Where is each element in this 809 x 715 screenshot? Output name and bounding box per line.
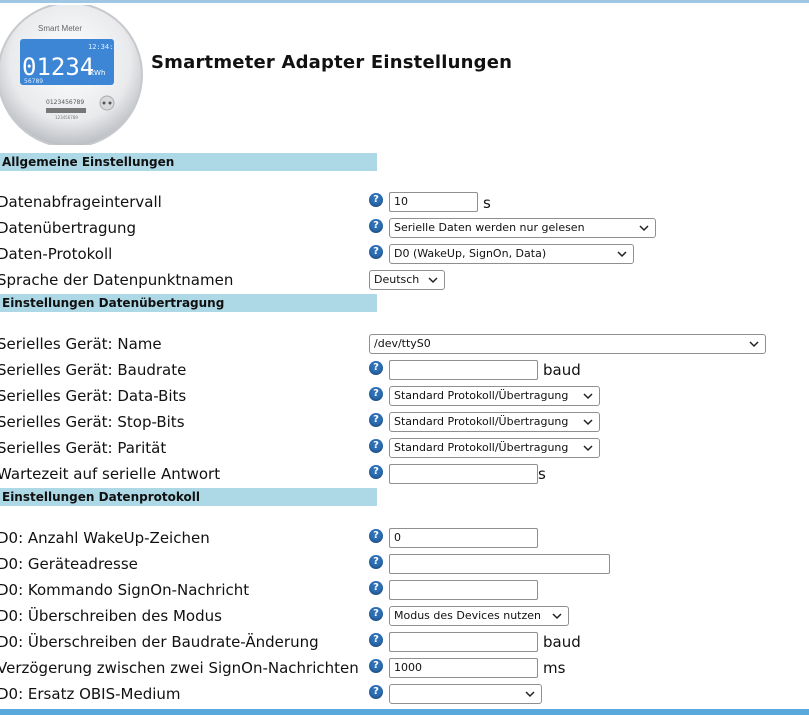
question-help-icon[interactable]: ? [369,387,383,401]
section-header-protocol: Einstellungen Datenprotokoll [0,488,377,506]
mode-label: D0: Überschreiben des Modus [0,607,222,625]
protocol-label: Daten-Protokoll [0,245,113,263]
bottom-accent-bar [0,709,809,715]
question-help-icon[interactable]: ? [369,685,383,699]
question-help-icon[interactable]: ? [369,581,383,595]
chevron-down-icon [583,393,593,400]
chevron-down-icon [749,341,759,348]
chevron-down-icon [583,445,593,452]
stopbits-value: Standard Protokoll/Übertragung [394,415,569,428]
transfer-mode-label: Datenübertragung [0,219,137,237]
obis-label: D0: Ersatz OBIS-Medium [0,685,181,703]
databits-label: Serielles Gerät: Data-Bits [0,387,187,405]
logo-small-number: 56789 [24,78,43,85]
timeout-unit: s [538,465,546,483]
stopbits-select[interactable]: Standard Protokoll/Übertragung [389,412,600,432]
question-help-icon[interactable]: ? [369,529,383,543]
baudchange-input[interactable] [389,632,538,652]
chevron-down-icon [583,419,593,426]
logo-brand-text: Smart Meter [38,24,82,33]
logo-serial-text: 0123456789 [46,99,84,106]
interval-input[interactable]: 10 [389,192,478,212]
question-help-icon[interactable]: ? [369,219,383,233]
timeout-label: Wartezeit auf serielle Antwort [0,465,221,483]
timeout-input[interactable] [389,464,538,484]
transfer-mode-select[interactable]: Serielle Daten werden nur gelesen [389,218,656,238]
address-label: D0: Geräteadresse [0,555,138,573]
delay-input[interactable]: 1000 [389,658,538,678]
page-title: Smartmeter Adapter Einstellungen [151,52,513,73]
baudchange-label: D0: Überschreiben der Baudrate-Änderung [0,633,319,651]
question-help-icon[interactable]: ? [369,555,383,569]
stopbits-label: Serielles Gerät: Stop-Bits [0,413,185,431]
section-header-transfer: Einstellungen Datenübertragung [0,294,377,312]
question-help-icon[interactable]: ? [369,465,383,479]
language-select[interactable]: Deutsch [369,270,445,290]
databits-value: Standard Protokoll/Übertragung [394,389,569,402]
question-help-icon[interactable]: ? [369,607,383,621]
protocol-value: D0 (WakeUp, SignOn, Data) [394,247,547,260]
baudrate-unit: baud [543,361,581,379]
signon-label: D0: Kommando SignOn-Nachricht [0,581,250,599]
question-help-icon[interactable]: ? [369,245,383,259]
chevron-down-icon [617,251,627,258]
transfer-mode-value: Serielle Daten werden nur gelesen [394,221,585,234]
question-help-icon[interactable]: ? [369,633,383,647]
question-help-icon[interactable]: ? [369,659,383,673]
section-header-general: Allgemeine Einstellungen [0,153,377,171]
signon-input[interactable] [389,580,538,600]
question-help-icon[interactable]: ? [369,413,383,427]
language-value: Deutsch [374,273,420,286]
baudchange-unit: baud [543,633,581,651]
language-label: Sprache der Datenpunktnamen [0,271,234,289]
smart-meter-logo: Smart Meter 12:34:56 01234 kWh 56789 012… [0,5,143,145]
databits-select[interactable]: Standard Protokoll/Übertragung [389,386,600,406]
parity-value: Standard Protokoll/Übertragung [394,441,569,454]
chevron-down-icon [525,691,535,698]
question-help-icon[interactable]: ? [369,193,383,207]
interval-label: Datenabfrageintervall [0,193,162,211]
obis-select[interactable] [389,684,542,704]
interval-unit: s [483,194,491,212]
device-value: /dev/ttyS0 [374,337,431,350]
logo-time-text: 12:34:56 [88,43,122,51]
address-input[interactable] [389,554,610,574]
chevron-down-icon [639,225,649,232]
wakeup-label: D0: Anzahl WakeUp-Zeichen [0,529,210,547]
parity-select[interactable]: Standard Protokoll/Übertragung [389,438,600,458]
logo-reading-text: 01234 [22,53,94,81]
delay-label: Verzögerung zwischen zwei SignOn-Nachric… [0,659,359,677]
chevron-down-icon [428,277,438,284]
logo-unit-text: kWh [90,69,105,77]
mode-select[interactable]: Modus des Devices nutzen [389,606,569,626]
logo-tiny-text: 123456789 [55,115,78,120]
top-accent-bar [0,0,809,3]
device-label: Serielles Gerät: Name [0,335,162,353]
protocol-select[interactable]: D0 (WakeUp, SignOn, Data) [389,244,634,264]
wakeup-input[interactable]: 0 [389,528,538,548]
device-select[interactable]: /dev/ttyS0 [369,334,766,354]
baudrate-label: Serielles Gerät: Baudrate [0,361,187,379]
baudrate-input[interactable] [389,360,538,380]
delay-unit: ms [543,659,566,677]
question-help-icon[interactable]: ? [369,439,383,453]
mode-value: Modus des Devices nutzen [394,609,541,622]
parity-label: Serielles Gerät: Parität [0,439,167,457]
chevron-down-icon [552,613,562,620]
question-help-icon[interactable]: ? [369,361,383,375]
